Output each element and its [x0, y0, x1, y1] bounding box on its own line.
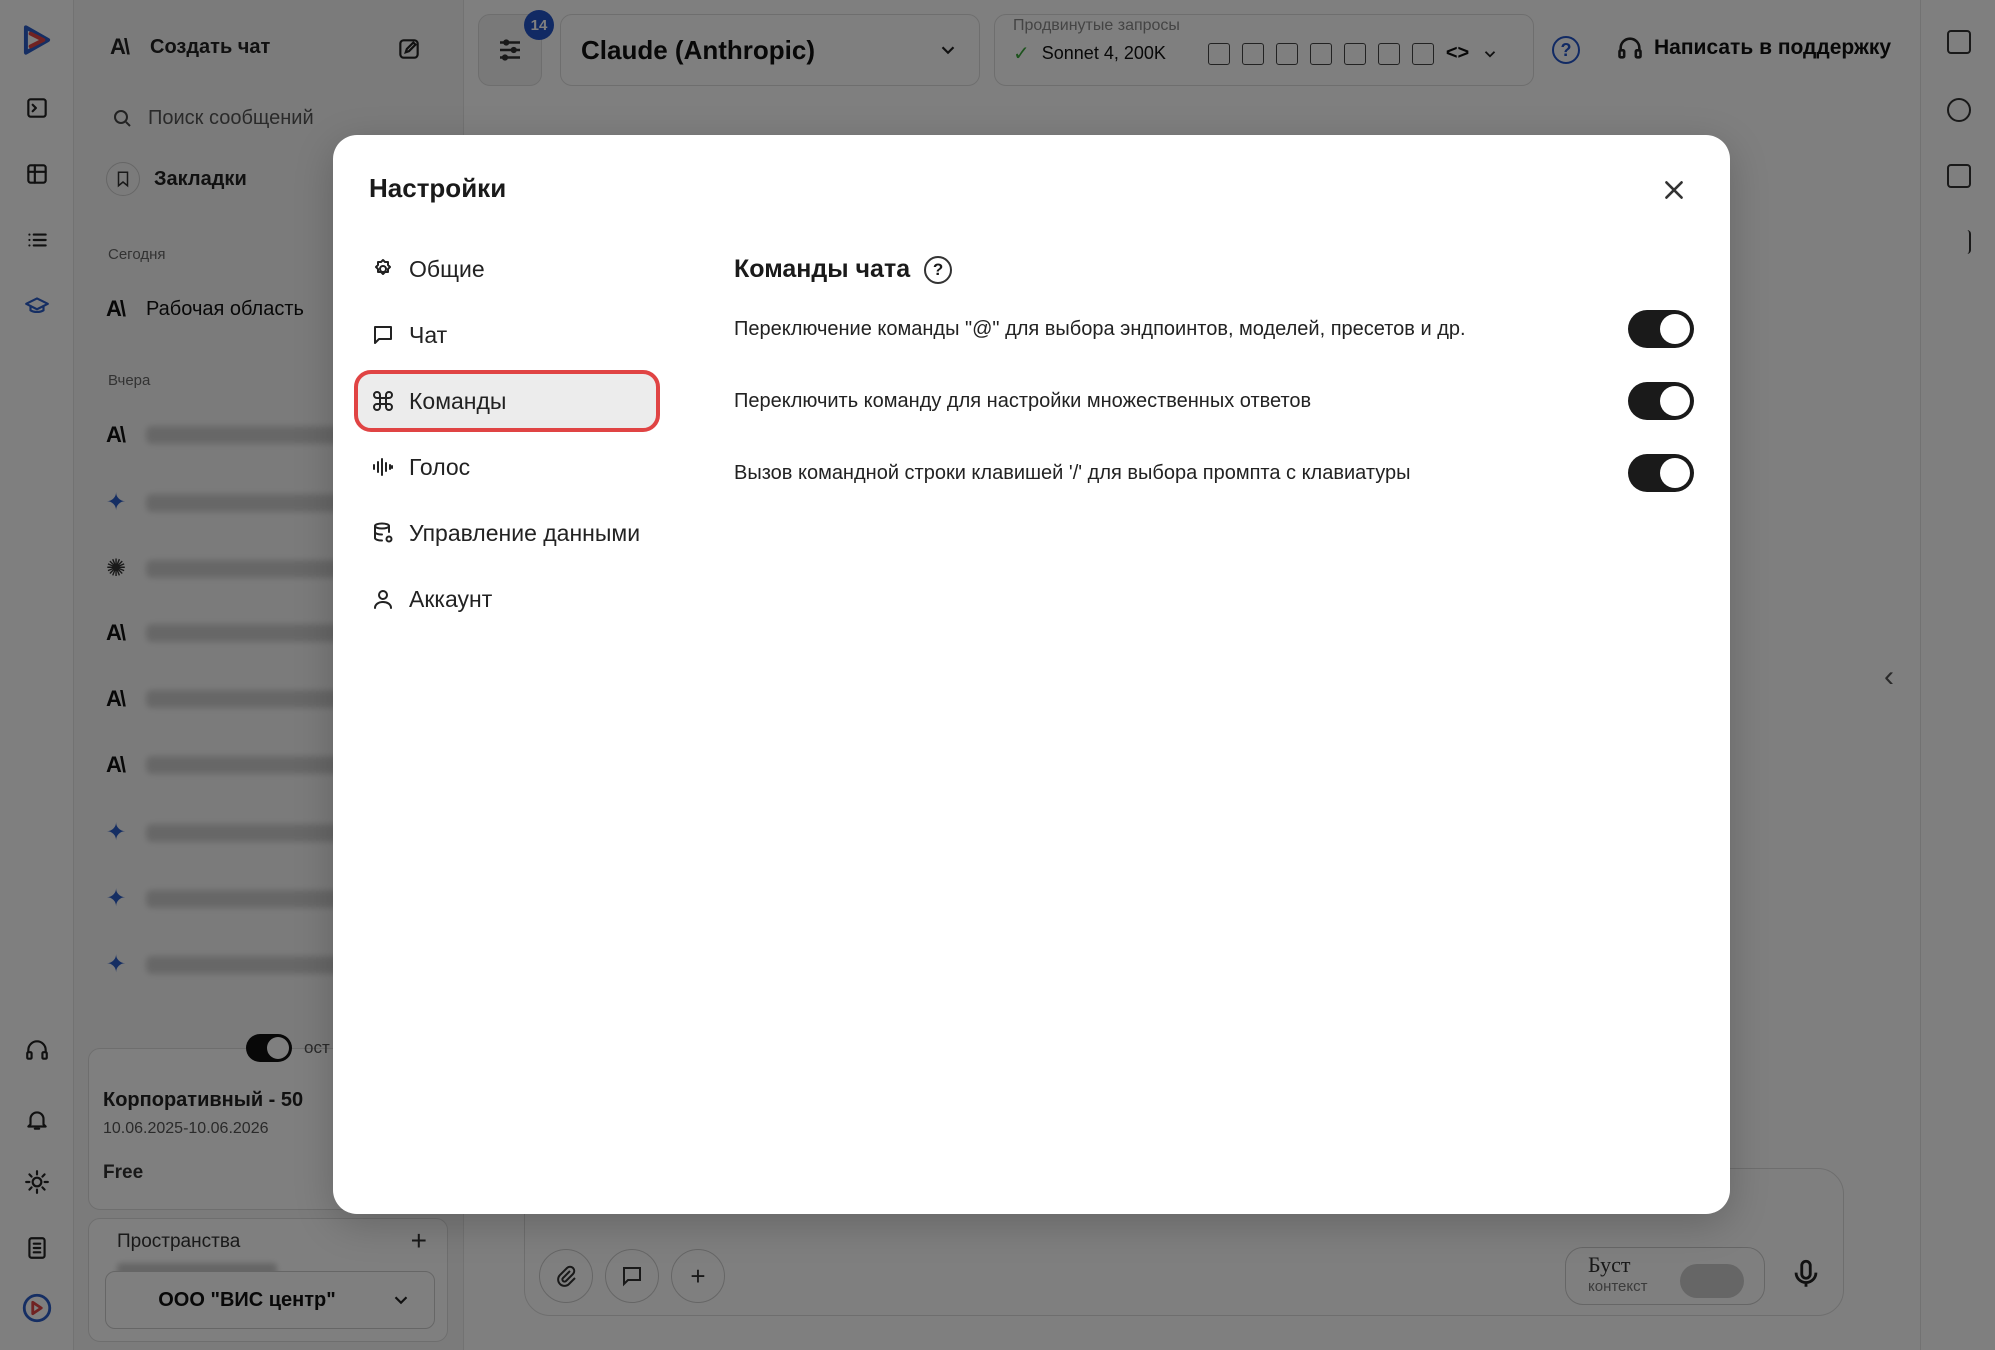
tab-chat[interactable]: Чат [357, 307, 657, 363]
setting-label: Переключить команду для настройки множес… [734, 389, 1312, 412]
user-icon [374, 590, 392, 609]
tab-general[interactable]: Общие [357, 241, 657, 297]
command-icon [373, 391, 393, 411]
setting-row-at-command: Переключение команды "@" для выбора эндп… [734, 310, 1694, 348]
setting-label: Переключение команды "@" для выбора эндп… [734, 317, 1466, 340]
section-title: Команды чата [734, 255, 911, 283]
tab-data-management[interactable]: Управление данными [357, 505, 657, 561]
tab-label: Управление данными [409, 519, 641, 546]
modal-title: Настройки [369, 173, 507, 203]
multi-response-toggle[interactable] [1628, 382, 1694, 420]
tab-label: Аккаунт [409, 585, 493, 612]
waveform-icon [373, 458, 393, 476]
tab-commands[interactable]: Команды [354, 370, 660, 432]
app-root: A\ Создать чат Поиск сообщений Закладки … [0, 0, 1995, 1350]
tab-label: Чат [409, 321, 448, 348]
tab-voice[interactable]: Голос [357, 439, 657, 495]
database-icon [374, 522, 393, 543]
setting-row-slash-command: Вызов командной строки клавишей '/' для … [734, 454, 1694, 492]
setting-row-multi-response: Переключить команду для настройки множес… [734, 382, 1694, 420]
help-icon[interactable]: ? [924, 255, 953, 284]
chat-bubble-icon [374, 326, 392, 344]
settings-modal: Настройки Общие Чат Команды Голос Управл… [333, 135, 1730, 1214]
section-header: Команды чата ? [734, 255, 1694, 284]
close-icon [1665, 181, 1683, 199]
at-command-toggle[interactable] [1628, 310, 1694, 348]
tab-label: Общие [409, 255, 485, 282]
setting-label: Вызов командной строки клавишей '/' для … [734, 461, 1411, 484]
gear-icon [375, 259, 391, 275]
tab-label: Команды [409, 387, 507, 414]
close-button[interactable] [1659, 175, 1689, 205]
tab-account[interactable]: Аккаунт [357, 571, 657, 627]
tab-label: Голос [409, 453, 471, 480]
slash-command-toggle[interactable] [1628, 454, 1694, 492]
settings-content: Команды чата ? Переключение команды "@" … [734, 255, 1694, 492]
